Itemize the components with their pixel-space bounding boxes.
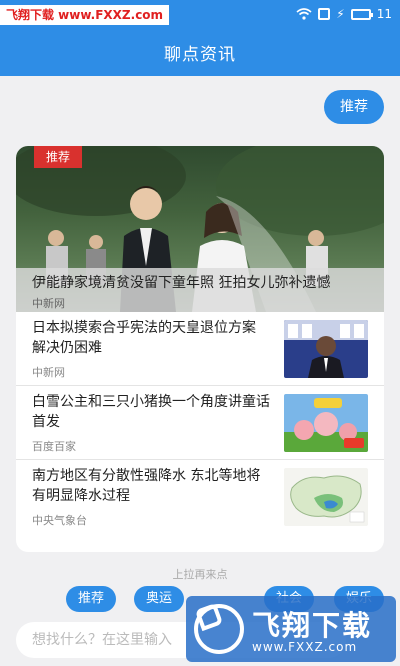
cartoon-poster-photo-icon	[284, 394, 368, 452]
watermark-logo: 飞翔下载 www.FXXZ.com	[186, 596, 396, 662]
news-text: 白雪公主和三只小猪换一个角度讲童话首发 百度百家	[32, 392, 272, 454]
status-bar: 飞翔下载 www.FXXZ.com ⚡ 11	[0, 0, 400, 28]
news-source: 百度百家	[32, 440, 76, 453]
app-header: 聊点资讯	[0, 28, 400, 76]
battery-icon	[350, 8, 373, 20]
pull-to-load-hint: 上拉再来点	[172, 568, 228, 581]
news-text: 日本拟摸索合乎宪法的天皇退位方案 解决仍困难 中新网	[32, 318, 272, 380]
news-source: 中新网	[32, 366, 65, 379]
news-list-item[interactable]: 日本拟摸索合乎宪法的天皇退位方案 解决仍困难 中新网	[16, 312, 384, 386]
watermark-url: www.FXXZ.com	[252, 640, 358, 654]
hero-caption: 伊能静家境清贫没留下童年照 狂拍女儿弥补遗憾 中新网	[16, 268, 384, 312]
news-list-item[interactable]: 白雪公主和三只小猪换一个角度讲童话首发 百度百家	[16, 386, 384, 460]
chat-bubble-user[interactable]: 推荐	[324, 90, 384, 124]
clock: 11	[376, 7, 392, 21]
recommend-tag: 推荐	[34, 146, 83, 168]
weather-map-photo-icon	[284, 468, 368, 526]
charging-icon: ⚡	[336, 7, 345, 21]
news-card: 推荐 伊能静家境清贫没留下童年照 狂拍女儿弥补遗憾 中新网 日本拟摸索合乎宪法的…	[16, 146, 384, 552]
hero-title: 伊能静家境清贫没留下童年照 狂拍女儿弥补遗憾	[32, 275, 331, 291]
news-title: 白雪公主和三只小猪换一个角度讲童话首发	[32, 394, 270, 430]
press-conference-photo-icon	[284, 320, 368, 378]
hero-news[interactable]: 推荐 伊能静家境清贫没留下童年照 狂拍女儿弥补遗憾 中新网	[16, 146, 384, 312]
status-icons: ⚡ 11	[296, 5, 392, 23]
news-source: 中央气象台	[32, 514, 87, 527]
wifi-icon	[296, 8, 312, 20]
news-title: 南方地区有分散性强降水 东北等地将有明显降水过程	[32, 468, 261, 504]
watermark-title: 飞翔下载	[252, 609, 373, 642]
news-title: 日本拟摸索合乎宪法的天皇退位方案 解决仍困难	[32, 320, 256, 356]
news-list-item[interactable]: 南方地区有分散性强降水 东北等地将有明显降水过程 中央气象台	[16, 460, 384, 534]
news-text: 南方地区有分散性强降水 东北等地将有明显降水过程 中央气象台	[32, 466, 272, 528]
screen-icon	[318, 8, 331, 20]
hero-source: 中新网	[32, 297, 65, 310]
page-title: 聊点资讯	[164, 44, 236, 65]
chip-olympics[interactable]: 奥运	[134, 586, 185, 612]
chip-recommend[interactable]: 推荐	[66, 586, 117, 612]
site-watermark: 飞翔下载 www.FXXZ.com	[0, 5, 170, 25]
